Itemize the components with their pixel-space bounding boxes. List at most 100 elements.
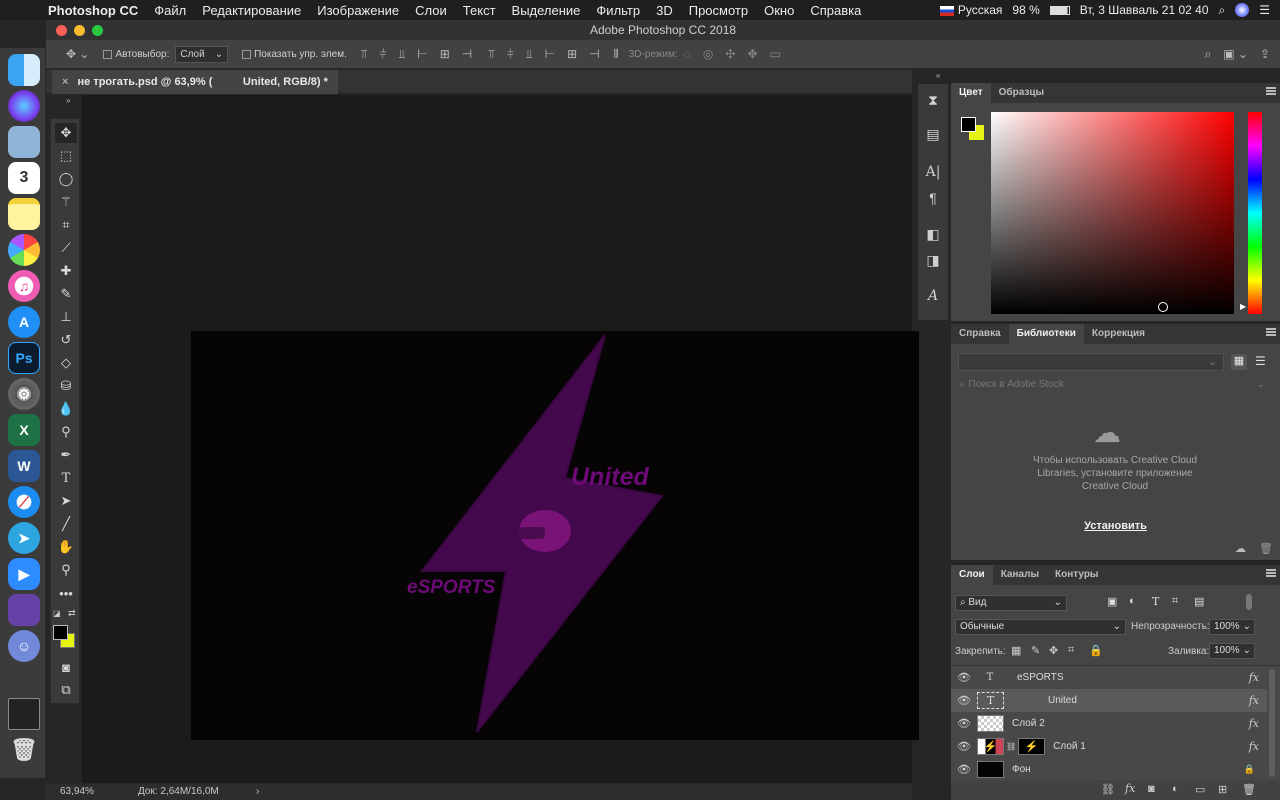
close-tab-icon[interactable]: × <box>62 76 68 88</box>
search-icon[interactable]: ⌕ <box>1204 47 1211 62</box>
default-colors-icon[interactable]: ◪ <box>53 609 61 618</box>
align-left-icon[interactable]: ⊢ <box>417 47 427 61</box>
fill-input[interactable]: 100% ⌄ <box>1209 643 1255 659</box>
saturation-brightness-field[interactable] <box>991 112 1234 314</box>
app-store-icon[interactable]: A <box>8 306 40 338</box>
type-tool-icon[interactable]: T <box>55 468 77 488</box>
align-hcenter-icon[interactable]: ⊞ <box>440 47 450 61</box>
history-panel-icon[interactable]: ⧗ <box>923 92 943 110</box>
menu-help[interactable]: Справка <box>802 3 869 18</box>
lock-pixels-icon[interactable]: ✎ <box>1031 644 1040 657</box>
tab-layers[interactable]: Слои <box>951 565 993 585</box>
distribute-bottom-icon[interactable]: ⫫ <box>526 47 533 62</box>
layer-name[interactable]: Фон <box>1012 764 1031 775</box>
calendar-icon[interactable]: 3 <box>8 162 40 194</box>
layers-scrollbar[interactable] <box>1269 669 1275 777</box>
menu-image[interactable]: Изображение <box>309 3 407 18</box>
screen-mode-icon[interactable]: ⧉ <box>55 680 77 700</box>
layer-fx-icon[interactable]: fx <box>1249 717 1267 730</box>
distribute-right-icon[interactable]: ⊣ <box>589 47 599 61</box>
zoom-window-button[interactable] <box>92 25 103 36</box>
excel-icon[interactable]: X <box>8 414 40 446</box>
libraries-panel-menu-icon[interactable] <box>1266 328 1276 336</box>
input-source[interactable]: Русская <box>939 3 1002 17</box>
marquee-tool-icon[interactable]: ⬚ <box>55 146 77 166</box>
layer-row[interactable]: 👁 T United fx <box>951 689 1267 712</box>
finder-icon[interactable] <box>8 54 40 86</box>
menu-window[interactable]: Окно <box>756 3 802 18</box>
lock-position-icon[interactable]: ✥ <box>1049 644 1058 657</box>
tab-libraries[interactable]: Библиотеки <box>1008 324 1084 344</box>
itunes-icon[interactable]: ♫ <box>8 270 40 302</box>
zoom-icon[interactable]: ▶ <box>8 558 40 590</box>
crop-tool-icon[interactable]: ⌗ <box>55 215 77 235</box>
paint-bucket-tool-icon[interactable]: ⛁ <box>55 376 77 396</box>
document-tab[interactable]: × не трогать.psd @ 63,9% ( United, RGB/8… <box>52 70 338 94</box>
paragraph-panel-icon[interactable]: ¶ <box>923 190 943 208</box>
trash-icon[interactable]: 🗑 <box>8 734 40 766</box>
blur-tool-icon[interactable]: 💧 <box>55 399 77 419</box>
distribute-top-icon[interactable]: ⫪ <box>488 47 495 62</box>
tab-adjustments[interactable]: Коррекция <box>1084 324 1153 344</box>
canvas-workspace[interactable]: United eSPORTS <box>82 95 919 783</box>
share-icon[interactable]: ⇪ <box>1260 47 1270 61</box>
add-mask-icon[interactable]: ◙ <box>1148 783 1155 795</box>
photoshop-icon[interactable]: Ps <box>8 342 40 374</box>
new-adjustment-layer-icon[interactable]: ◐ <box>1172 783 1179 795</box>
autoselect-checkbox[interactable] <box>103 49 113 59</box>
filter-adjustment-icon[interactable]: ◐ <box>1129 595 1136 607</box>
blend-mode-dropdown[interactable]: Обычные ⌄ <box>955 619 1126 635</box>
menu-edit[interactable]: Редактирование <box>194 3 309 18</box>
filter-smart-object-icon[interactable]: ▤ <box>1194 595 1204 608</box>
paragraph-styles-icon[interactable]: ◨ <box>923 252 943 270</box>
safari-icon[interactable]: ⟋ <box>8 486 40 518</box>
telegram-icon[interactable]: ➤ <box>8 522 40 554</box>
delete-library-icon[interactable]: 🗑 <box>1259 542 1273 555</box>
roll-3d-icon[interactable]: ◎ <box>703 47 713 61</box>
move-tool-preset-icon[interactable]: ✥ ⌄ <box>66 47 89 61</box>
tab-channels[interactable]: Каналы <box>993 565 1047 585</box>
layer-row[interactable]: 👁 Фон 🔒 <box>951 758 1267 781</box>
swap-colors-icon[interactable]: ⇄ <box>68 608 76 619</box>
word-icon[interactable]: W <box>8 450 40 482</box>
layer-fx-icon[interactable]: fx <box>1249 671 1267 684</box>
auto-align-icon[interactable]: ⫴ <box>614 47 619 62</box>
twitch-icon[interactable] <box>8 594 40 626</box>
filter-toggle-switch[interactable] <box>1246 594 1252 610</box>
new-layer-icon[interactable]: ⊞ <box>1218 783 1227 796</box>
foreground-color-swatch[interactable] <box>53 625 68 640</box>
tab-help[interactable]: Справка <box>951 324 1009 344</box>
status-menu-chevron-icon[interactable]: › <box>256 784 259 800</box>
photos-icon[interactable] <box>8 234 40 266</box>
align-top-icon[interactable]: ⫪ <box>361 47 368 62</box>
doc-size[interactable]: Док: 2,64M/16,0M <box>138 784 219 800</box>
layer-fx-icon[interactable]: fx <box>1249 740 1267 753</box>
quick-mask-icon[interactable]: ◙ <box>55 657 77 677</box>
menu-type[interactable]: Текст <box>455 3 504 18</box>
grid-view-icon[interactable]: ▦ <box>1231 354 1247 370</box>
tab-paths[interactable]: Контуры <box>1047 565 1106 585</box>
show-transform-checkbox[interactable] <box>242 49 252 59</box>
layer-row[interactable]: 👁 T eSPORTS fx <box>951 666 1267 689</box>
hue-slider[interactable] <box>1248 112 1262 314</box>
orbit-3d-icon[interactable]: ◌ <box>684 47 691 61</box>
glyphs-panel-icon[interactable]: A <box>923 288 943 306</box>
screenshot-thumbnail-icon[interactable] <box>8 698 40 730</box>
notes-icon[interactable] <box>8 198 40 230</box>
character-styles-icon[interactable]: ◧ <box>923 226 943 244</box>
add-layer-style-icon[interactable]: fx <box>1125 782 1135 795</box>
visibility-eye-icon[interactable]: 👁 <box>951 763 977 776</box>
menu-select[interactable]: Выделение <box>504 3 589 18</box>
pen-tool-icon[interactable]: ✒ <box>55 445 77 465</box>
layer-name[interactable]: eSPORTS <box>1017 672 1064 683</box>
layer-filter-dropdown[interactable]: ⌕ Вид ⌄ <box>955 595 1067 611</box>
zoom-tool-icon[interactable]: ⚲ <box>55 560 77 580</box>
cc-sync-icon[interactable]: ☁ <box>1235 542 1246 555</box>
library-select-dropdown[interactable]: ⌄ <box>958 353 1224 371</box>
layer-mask-thumbnail[interactable]: ⚡ <box>1018 738 1046 755</box>
install-link[interactable]: Установить <box>951 520 1280 532</box>
filter-pixel-icon[interactable]: ▣ <box>1107 595 1117 608</box>
layer-fx-icon[interactable]: fx <box>1249 694 1267 707</box>
workspace-switcher-icon[interactable]: ▣ ⌄ <box>1223 47 1248 61</box>
visibility-eye-icon[interactable]: 👁 <box>951 740 977 753</box>
